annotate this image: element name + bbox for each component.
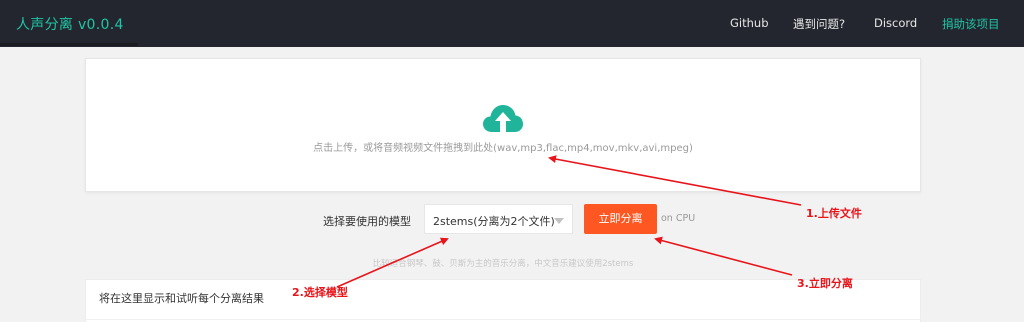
annotation-separate: 3.立即分离 xyxy=(797,277,853,290)
annotation-upload: 1.上传文件 xyxy=(806,207,862,220)
app-logo[interactable]: 人声分离 v0.0.4 xyxy=(16,14,124,34)
nav-github[interactable]: Github xyxy=(730,16,769,30)
annotation-model: 2.选择模型 xyxy=(292,286,348,299)
model-label: 选择要使用的模型 xyxy=(323,215,411,228)
model-select[interactable]: 2stems(分离为2个文件) xyxy=(424,204,573,234)
cloud-upload-icon[interactable] xyxy=(482,103,524,133)
chevron-down-icon xyxy=(554,218,564,224)
results-divider xyxy=(86,319,922,320)
results-panel: 将在这里显示和试听每个分离结果 xyxy=(85,279,922,322)
model-select-value: 2stems(分离为2个文件) xyxy=(433,215,555,228)
model-tip: 比较适合钢琴、鼓、贝斯为主的音乐分离，中文音乐建议使用2stems xyxy=(372,259,634,269)
logo-underline xyxy=(0,43,138,46)
nav-problems[interactable]: 遇到问题? xyxy=(793,16,845,32)
upload-hint: 点击上传，或将音频视频文件拖拽到此处(wav,mp3,flac,mp4,mov,… xyxy=(313,143,693,154)
nav-discord[interactable]: Discord xyxy=(874,16,917,30)
top-header: 人声分离 v0.0.4 Github 遇到问题? Discord 捐助该项目 xyxy=(0,0,1024,47)
results-title: 将在这里显示和试听每个分离结果 xyxy=(99,292,264,305)
separate-now-button[interactable]: 立即分离 xyxy=(584,204,657,234)
nav-donate[interactable]: 捐助该项目 xyxy=(942,16,1000,32)
cpu-note: on CPU xyxy=(661,213,696,224)
